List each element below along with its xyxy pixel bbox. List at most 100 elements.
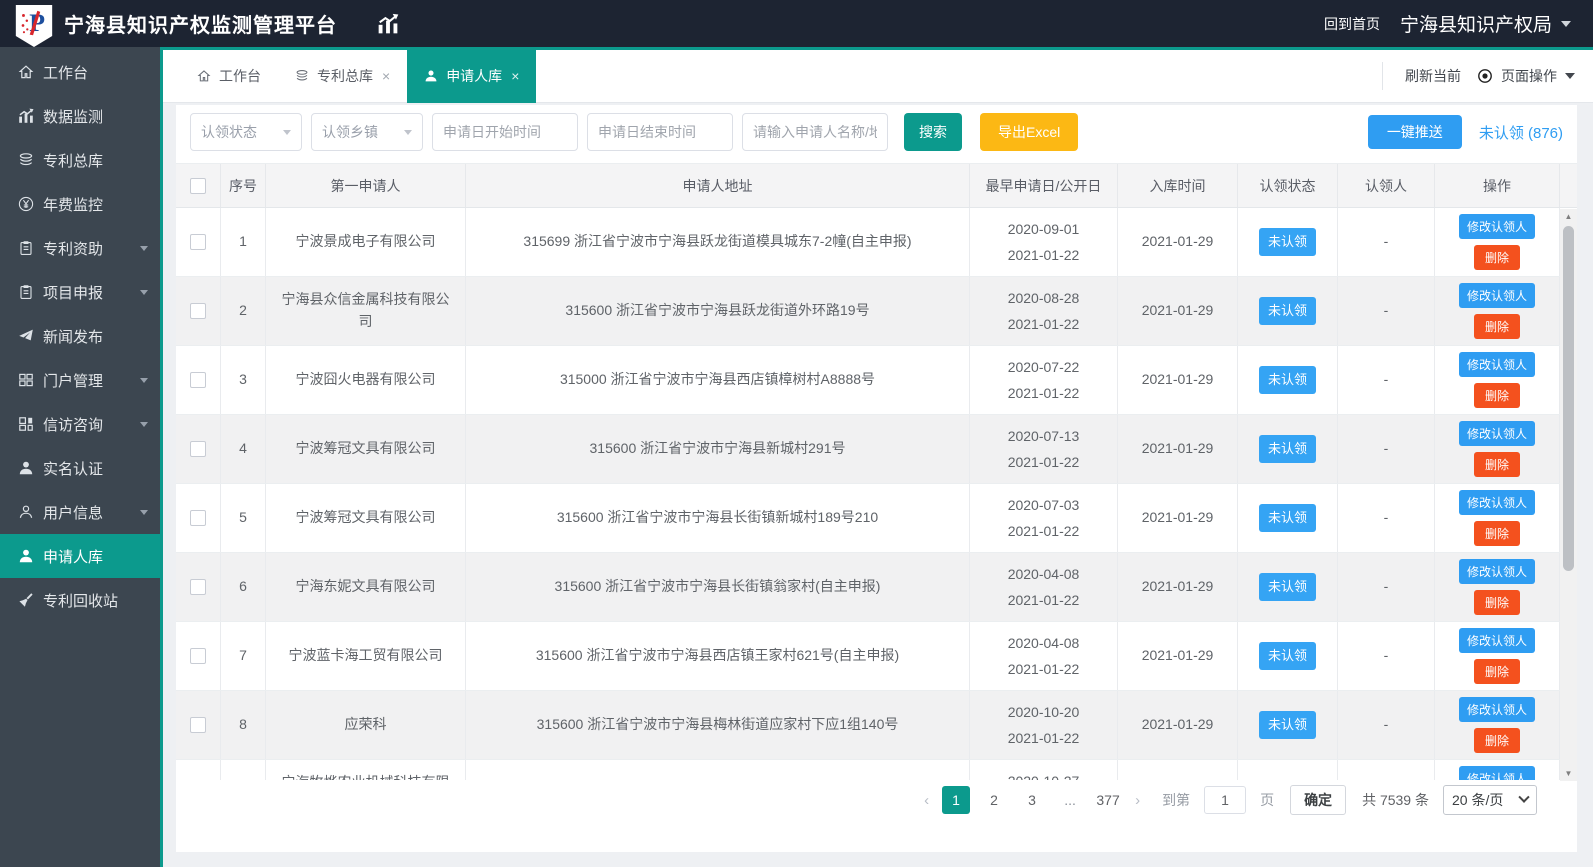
claim-town-select[interactable]: 认领乡镇 bbox=[311, 113, 423, 151]
edit-claimer-button[interactable]: 修改认领人 bbox=[1458, 214, 1535, 239]
sidebar-item[interactable]: 信访咨询 bbox=[0, 402, 160, 446]
sidebar-item[interactable]: 专利回收站 bbox=[0, 578, 160, 622]
page-number[interactable]: 2 bbox=[980, 786, 1008, 814]
org-dropdown[interactable]: 宁海县知识产权局 bbox=[1400, 10, 1571, 37]
page-number[interactable]: 377 bbox=[1094, 786, 1122, 814]
sidebar-item[interactable]: 新闻发布 bbox=[0, 314, 160, 358]
edit-claimer-button[interactable]: 修改认领人 bbox=[1458, 559, 1535, 584]
claimer-value: - bbox=[1338, 415, 1435, 483]
tab-bar: 工作台 × 专利总库 × 申请人库 × bbox=[163, 49, 1593, 103]
select-all-cell bbox=[176, 164, 221, 207]
prev-page-icon[interactable]: ‹ bbox=[918, 792, 935, 809]
next-page-icon[interactable]: › bbox=[1129, 792, 1146, 809]
layers-icon bbox=[18, 152, 34, 168]
delete-button[interactable]: 删除 bbox=[1473, 728, 1520, 753]
publish-date: 2021-01-22 bbox=[1007, 454, 1080, 470]
sidebar-item[interactable]: 项目申报 bbox=[0, 270, 160, 314]
sidebar-item[interactable]: 实名认证 bbox=[0, 446, 160, 490]
sidebar-item[interactable]: 数据监测 bbox=[0, 94, 160, 138]
edit-claimer-button[interactable]: 修改认领人 bbox=[1458, 490, 1535, 515]
row-checkbox[interactable] bbox=[190, 303, 206, 319]
page-number[interactable]: 3 bbox=[1018, 786, 1046, 814]
table-header: 序号 第一申请人 申请人地址 最早申请日/公开日 入库时间 认领状态 认领人 操… bbox=[176, 163, 1577, 208]
sidebar-item[interactable]: 用户信息 bbox=[0, 490, 160, 534]
apply-publish-dates: 2020-07-03 2021-01-22 bbox=[970, 484, 1118, 552]
delete-button[interactable]: 删除 bbox=[1473, 383, 1520, 408]
topbar: P 宁海县知识产权监测管理平台 回到首页 宁海县知识产权局 bbox=[0, 0, 1593, 47]
blocks-icon bbox=[18, 416, 34, 432]
claim-status-select[interactable]: 认领状态 bbox=[190, 113, 302, 151]
row-checkbox[interactable] bbox=[190, 579, 206, 595]
chevron-down-icon bbox=[1561, 20, 1571, 27]
page-size-select[interactable]: 20 条/页 bbox=[1443, 785, 1537, 815]
earliest-apply-date: 2020-07-22 bbox=[1007, 359, 1080, 375]
confirm-button[interactable]: 确定 bbox=[1290, 785, 1347, 815]
tab[interactable]: 专利总库 × bbox=[278, 50, 407, 103]
page-actions-dropdown[interactable]: 页面操作 bbox=[1477, 66, 1575, 86]
scroll-up-icon[interactable]: ▲ bbox=[1565, 209, 1573, 224]
select-all-checkbox[interactable] bbox=[190, 177, 206, 194]
delete-button[interactable]: 删除 bbox=[1473, 590, 1520, 615]
goto-page-input[interactable] bbox=[1204, 786, 1247, 814]
sidebar-item[interactable]: 申请人库 bbox=[0, 534, 160, 578]
apply-date-start-input[interactable] bbox=[432, 113, 578, 151]
user-outline-icon bbox=[18, 504, 34, 520]
sidebar-item[interactable]: 年费监控 bbox=[0, 182, 160, 226]
delete-button[interactable]: 删除 bbox=[1473, 314, 1520, 339]
export-excel-button[interactable]: 导出Excel bbox=[980, 113, 1079, 151]
table-row: 5 宁波筹冠文具有限公司 315600 浙江省宁波市宁海县长街镇新城村189号2… bbox=[176, 484, 1560, 553]
tab[interactable]: 工作台 × bbox=[180, 50, 278, 103]
page-number[interactable]: 1 bbox=[942, 786, 971, 814]
tab[interactable]: 申请人库 × bbox=[407, 49, 537, 103]
edit-claimer-button[interactable]: 修改认领人 bbox=[1458, 766, 1535, 780]
edit-claimer-button[interactable]: 修改认领人 bbox=[1458, 697, 1535, 722]
row-checkbox[interactable] bbox=[190, 372, 206, 388]
search-button[interactable]: 搜索 bbox=[904, 113, 962, 151]
row-checkbox[interactable] bbox=[190, 648, 206, 664]
sidebar-item[interactable]: 工作台 bbox=[0, 50, 160, 94]
delete-button[interactable]: 删除 bbox=[1473, 659, 1520, 684]
row-checkbox[interactable] bbox=[190, 441, 206, 457]
stored-date: 2021-01-29 bbox=[1118, 760, 1238, 780]
row-number: 8 bbox=[221, 691, 266, 759]
edit-claimer-button[interactable]: 修改认领人 bbox=[1458, 628, 1535, 653]
edit-claimer-button[interactable]: 修改认领人 bbox=[1458, 421, 1535, 446]
sidebar-item[interactable]: 门户管理 bbox=[0, 358, 160, 402]
app-logo-icon: P bbox=[15, 4, 53, 47]
topbar-right: 回到首页 宁海县知识产权局 bbox=[1324, 10, 1571, 37]
table-scrollbar[interactable]: ▲ ▼ bbox=[1560, 209, 1577, 781]
earliest-apply-date: 2020-10-27 bbox=[1008, 769, 1080, 780]
publish-date: 2021-01-22 bbox=[1007, 523, 1080, 539]
scroll-down-icon[interactable]: ▼ bbox=[1565, 766, 1573, 781]
sidebar-item[interactable]: 专利资助 bbox=[0, 226, 160, 270]
scrollbar-thumb[interactable] bbox=[1563, 226, 1574, 571]
unclaimed-count[interactable]: 未认领 (876) bbox=[1479, 122, 1563, 143]
page-number[interactable]: ... bbox=[1056, 786, 1084, 814]
delete-button[interactable]: 删除 bbox=[1473, 521, 1520, 546]
sidebar-item[interactable]: 专利总库 bbox=[0, 138, 160, 182]
row-checkbox[interactable] bbox=[190, 717, 206, 733]
close-icon[interactable]: × bbox=[511, 68, 519, 84]
earliest-apply-date: 2020-09-01 bbox=[1007, 221, 1080, 237]
applicant-address: 315600 浙江省宁波市宁海县长街镇新城村189号210 bbox=[466, 484, 970, 552]
stored-date: 2021-01-29 bbox=[1118, 415, 1238, 483]
applicant-keyword-input[interactable] bbox=[742, 113, 888, 151]
delete-button[interactable]: 删除 bbox=[1473, 452, 1520, 477]
edit-claimer-button[interactable]: 修改认领人 bbox=[1458, 283, 1535, 308]
stored-date: 2021-01-29 bbox=[1118, 622, 1238, 690]
row-checkbox[interactable] bbox=[190, 510, 206, 526]
chevron-down-icon bbox=[140, 289, 148, 295]
close-icon[interactable]: × bbox=[382, 68, 390, 84]
push-all-button[interactable]: 一键推送 bbox=[1367, 115, 1462, 149]
table-row: 3 宁波囧火电器有限公司 315000 浙江省宁波市宁海县西店镇樟树村A8888… bbox=[176, 346, 1560, 415]
edit-claimer-button[interactable]: 修改认领人 bbox=[1458, 352, 1535, 377]
apply-date-end-input[interactable] bbox=[587, 113, 733, 151]
col-stored: 入库时间 bbox=[1118, 164, 1238, 207]
refresh-current-button[interactable]: 刷新当前 bbox=[1405, 66, 1461, 86]
back-home-link[interactable]: 回到首页 bbox=[1324, 14, 1380, 34]
delete-button[interactable]: 删除 bbox=[1473, 245, 1520, 270]
row-checkbox[interactable] bbox=[190, 234, 206, 250]
apply-publish-dates: 2020-10-20 2021-01-22 bbox=[970, 691, 1118, 759]
applicant-name: 宁波筹冠文具有限公司 bbox=[266, 484, 466, 552]
chart-icon bbox=[18, 108, 34, 124]
